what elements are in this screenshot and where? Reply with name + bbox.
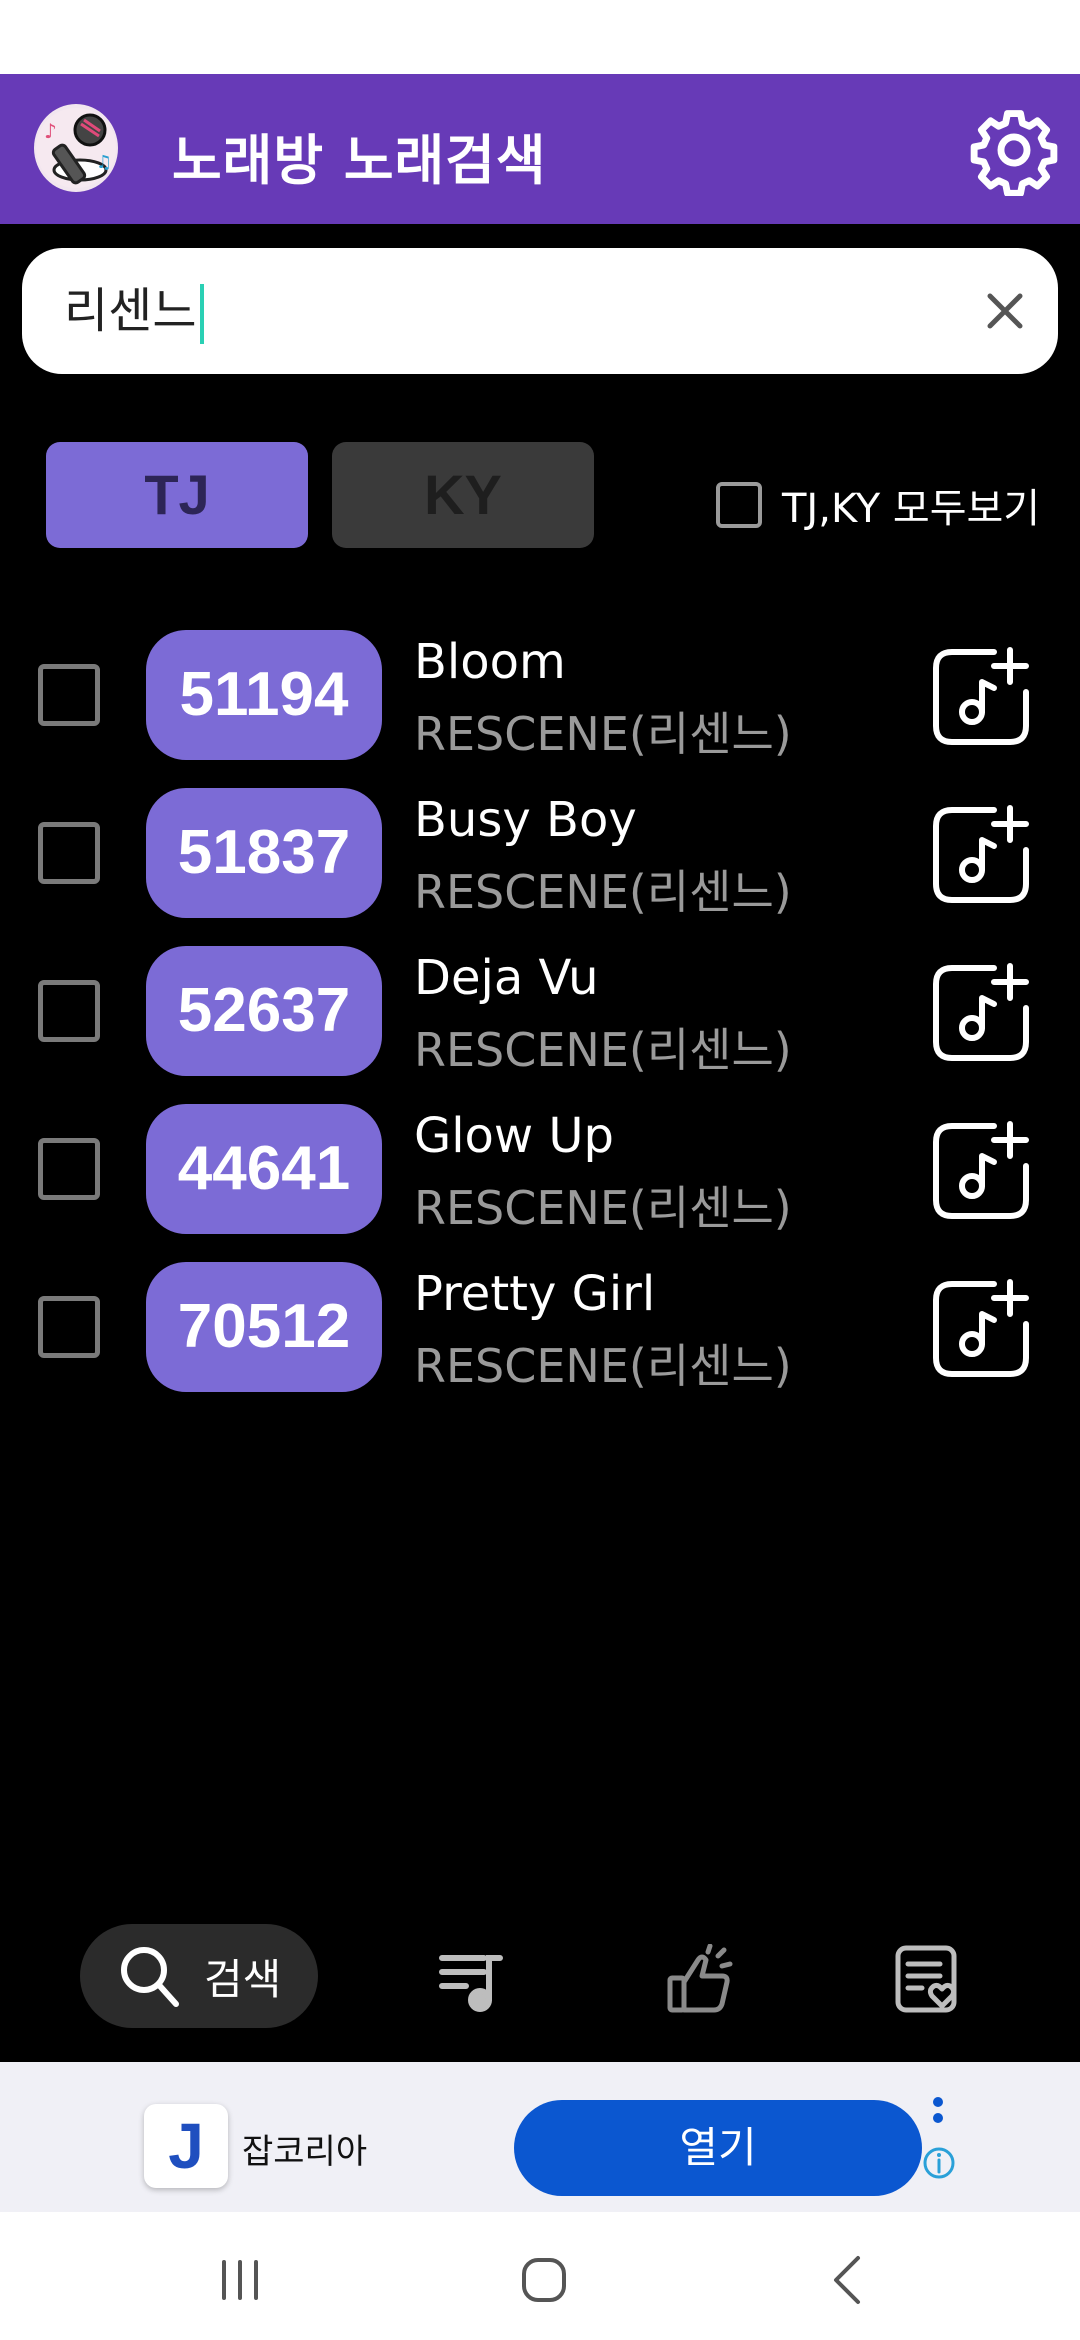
song-number: 44641 bbox=[146, 1104, 382, 1234]
recent-apps-icon bbox=[222, 2260, 258, 2300]
system-navigation-bar bbox=[0, 2212, 1080, 2340]
ad-more-options-button[interactable] bbox=[930, 2094, 946, 2142]
song-title: Pretty Girl bbox=[414, 1266, 656, 1322]
song-title: Glow Up bbox=[414, 1108, 615, 1164]
home-button[interactable] bbox=[514, 2250, 574, 2310]
ad-name: 잡코리아 bbox=[242, 2132, 368, 2172]
song-number: 52637 bbox=[146, 946, 382, 1076]
svg-text:♫: ♫ bbox=[96, 152, 112, 173]
tab-ky[interactable]: KY bbox=[332, 442, 594, 548]
text-caret bbox=[200, 284, 205, 344]
song-title: Deja Vu bbox=[414, 950, 599, 1006]
show-all-label: TJ,KY 모두보기 bbox=[782, 486, 1041, 532]
search-input-value: 리센느 bbox=[64, 283, 197, 339]
recent-apps-button[interactable] bbox=[210, 2250, 270, 2310]
back-button[interactable] bbox=[818, 2250, 878, 2310]
favorites-list-icon bbox=[895, 1945, 957, 2013]
song-checkbox[interactable] bbox=[38, 664, 100, 726]
settings-button[interactable] bbox=[968, 104, 1060, 197]
music-add-icon bbox=[933, 1279, 1029, 1377]
song-artist: RESCENE(리센느) bbox=[414, 1023, 792, 1077]
nav-search-tab[interactable]: 검색 bbox=[80, 1924, 318, 2028]
add-to-playlist-button[interactable] bbox=[928, 802, 1034, 908]
song-row[interactable]: 52637 Deja Vu RESCENE(리센느) bbox=[0, 946, 1080, 1077]
search-box[interactable]: 리센느 bbox=[22, 248, 1058, 374]
song-checkbox[interactable] bbox=[38, 980, 100, 1042]
bottom-nav: 검색 bbox=[0, 1900, 1080, 2060]
song-number: 51837 bbox=[146, 788, 382, 918]
close-icon bbox=[987, 293, 1023, 329]
song-row[interactable]: 51837 Busy Boy RESCENE(리센느) bbox=[0, 788, 1080, 919]
search-input[interactable]: 리센느 bbox=[64, 274, 205, 348]
music-add-icon bbox=[933, 963, 1029, 1061]
song-number: 70512 bbox=[146, 1262, 382, 1392]
app-logo-microphone-icon: ♪ ♫ bbox=[34, 104, 118, 192]
playlist-icon bbox=[439, 1955, 503, 2012]
status-bar bbox=[0, 0, 1080, 74]
svg-text:♪: ♪ bbox=[44, 119, 57, 143]
ad-banner[interactable]: J 잡코리아 열기 bbox=[0, 2062, 1080, 2212]
nav-playlist-tab[interactable] bbox=[436, 1944, 508, 2016]
song-row[interactable]: 44641 Glow Up RESCENE(리센느) bbox=[0, 1104, 1080, 1235]
song-checkbox[interactable] bbox=[38, 1138, 100, 1200]
back-icon bbox=[834, 2256, 860, 2304]
nav-favorites-tab[interactable] bbox=[892, 1944, 964, 2016]
show-all-toggle[interactable]: TJ,KY 모두보기 bbox=[716, 480, 1040, 532]
show-all-checkbox[interactable] bbox=[716, 482, 762, 528]
song-row[interactable]: 70512 Pretty Girl RESCENE(리센느) bbox=[0, 1262, 1080, 1393]
song-artist: RESCENE(리센느) bbox=[414, 1339, 792, 1393]
song-row[interactable]: 51194 Bloom RESCENE(리센느) bbox=[0, 630, 1080, 761]
add-to-playlist-button[interactable] bbox=[928, 1276, 1034, 1382]
add-to-playlist-button[interactable] bbox=[928, 960, 1034, 1066]
ad-info-button[interactable] bbox=[922, 2146, 956, 2180]
ad-logo: J bbox=[144, 2104, 228, 2188]
add-to-playlist-button[interactable] bbox=[928, 644, 1034, 750]
gear-icon bbox=[970, 110, 1058, 197]
ad-open-button[interactable]: 열기 bbox=[514, 2100, 922, 2196]
thumbs-up-icon bbox=[667, 1943, 733, 2013]
music-add-icon bbox=[933, 805, 1029, 903]
song-checkbox[interactable] bbox=[38, 822, 100, 884]
nav-search-label: 검색 bbox=[204, 1954, 282, 2004]
song-artist: RESCENE(리센느) bbox=[414, 1181, 792, 1235]
song-artist: RESCENE(리센느) bbox=[414, 865, 792, 919]
more-vertical-icon bbox=[933, 2097, 943, 2123]
clear-search-button[interactable] bbox=[980, 286, 1030, 336]
song-title: Busy Boy bbox=[414, 792, 637, 848]
tab-tj[interactable]: TJ bbox=[46, 442, 308, 548]
nav-popular-tab[interactable] bbox=[664, 1943, 736, 2016]
app-title: 노래방 노래검색 bbox=[172, 129, 547, 192]
home-icon bbox=[522, 2258, 566, 2302]
search-icon bbox=[121, 1947, 179, 2007]
song-artist: RESCENE(리센느) bbox=[414, 707, 792, 761]
info-icon bbox=[923, 2147, 955, 2179]
music-add-icon bbox=[933, 1121, 1029, 1219]
add-to-playlist-button[interactable] bbox=[928, 1118, 1034, 1224]
music-add-icon bbox=[933, 647, 1029, 745]
song-checkbox[interactable] bbox=[38, 1296, 100, 1358]
song-title: Bloom bbox=[414, 634, 566, 690]
song-number: 51194 bbox=[146, 630, 382, 760]
app-bar: ♪ ♫ 노래방 노래검색 bbox=[0, 74, 1080, 224]
